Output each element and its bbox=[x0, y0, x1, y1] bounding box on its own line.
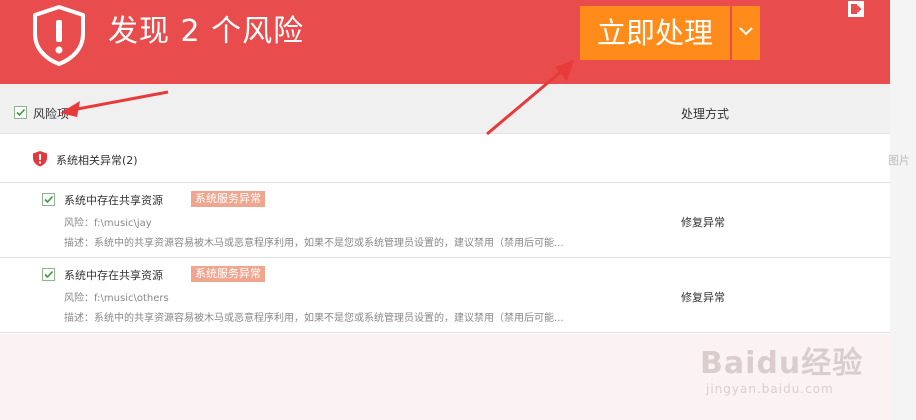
checkmark-icon bbox=[16, 108, 26, 117]
group-row[interactable]: 系统相关异常(2) bbox=[0, 134, 890, 183]
header-bar: 发现 2 个风险 立即处理 bbox=[0, 0, 890, 84]
item-risk-path: 风险：f:\music\others bbox=[64, 293, 169, 304]
table-row: 系统中存在共享资源 系统服务异常 风险：f:\music\others 描述：系… bbox=[0, 258, 890, 333]
item-risk-path: 风险：f:\music\jay bbox=[64, 218, 152, 229]
baidu-watermark: Baidu经验 jingyan.baidu.com bbox=[700, 338, 870, 408]
status-badge: 系统服务异常 bbox=[191, 266, 265, 282]
column-header-risk: 风险项 bbox=[33, 107, 70, 121]
fix-now-button[interactable]: 立即处理 bbox=[580, 6, 730, 60]
fix-options-dropdown[interactable] bbox=[732, 6, 760, 60]
page-title: 发现 2 个风险 bbox=[108, 14, 305, 49]
item-title: 系统中存在共享资源 bbox=[64, 269, 163, 282]
shield-warning-icon bbox=[33, 151, 47, 167]
risk-list: 系统相关异常(2) 系统中存在共享资源 系统服务异常 风险：f:\music\j… bbox=[0, 134, 890, 334]
item-title: 系统中存在共享资源 bbox=[64, 194, 163, 207]
checkmark-icon bbox=[44, 270, 54, 279]
table-row: 系统中存在共享资源 系统服务异常 风险：f:\music\jay 描述：系统中的… bbox=[0, 183, 890, 258]
repair-action-link[interactable]: 修复异常 bbox=[681, 289, 725, 305]
shield-alert-icon bbox=[33, 5, 85, 66]
repair-action-link[interactable]: 修复异常 bbox=[681, 214, 725, 230]
watermark-url: jingyan.baidu.com bbox=[706, 382, 834, 396]
item-description: 描述：系统中的共享资源容易被木马或恶意程序利用，如果不是您或系统管理员设置的，建… bbox=[64, 313, 564, 324]
item-description: 描述：系统中的共享资源容易被木马或恶意程序利用，如果不是您或系统管理员设置的，建… bbox=[64, 238, 564, 249]
chevron-down-icon bbox=[739, 27, 753, 36]
gutter-text: 图片 bbox=[888, 154, 910, 167]
checkmark-icon bbox=[44, 195, 54, 204]
item-checkbox[interactable] bbox=[42, 193, 55, 206]
column-header-action: 处理方式 bbox=[681, 107, 730, 121]
right-gutter bbox=[890, 0, 916, 420]
select-all-checkbox[interactable] bbox=[14, 106, 27, 119]
watermark-logo: Baidu经验 bbox=[700, 346, 864, 381]
table-header: 风险项 处理方式 bbox=[0, 85, 890, 134]
group-label: 系统相关异常(2) bbox=[56, 154, 138, 167]
exit-icon[interactable] bbox=[836, 0, 876, 24]
status-badge: 系统服务异常 bbox=[191, 191, 265, 207]
item-checkbox[interactable] bbox=[42, 268, 55, 281]
